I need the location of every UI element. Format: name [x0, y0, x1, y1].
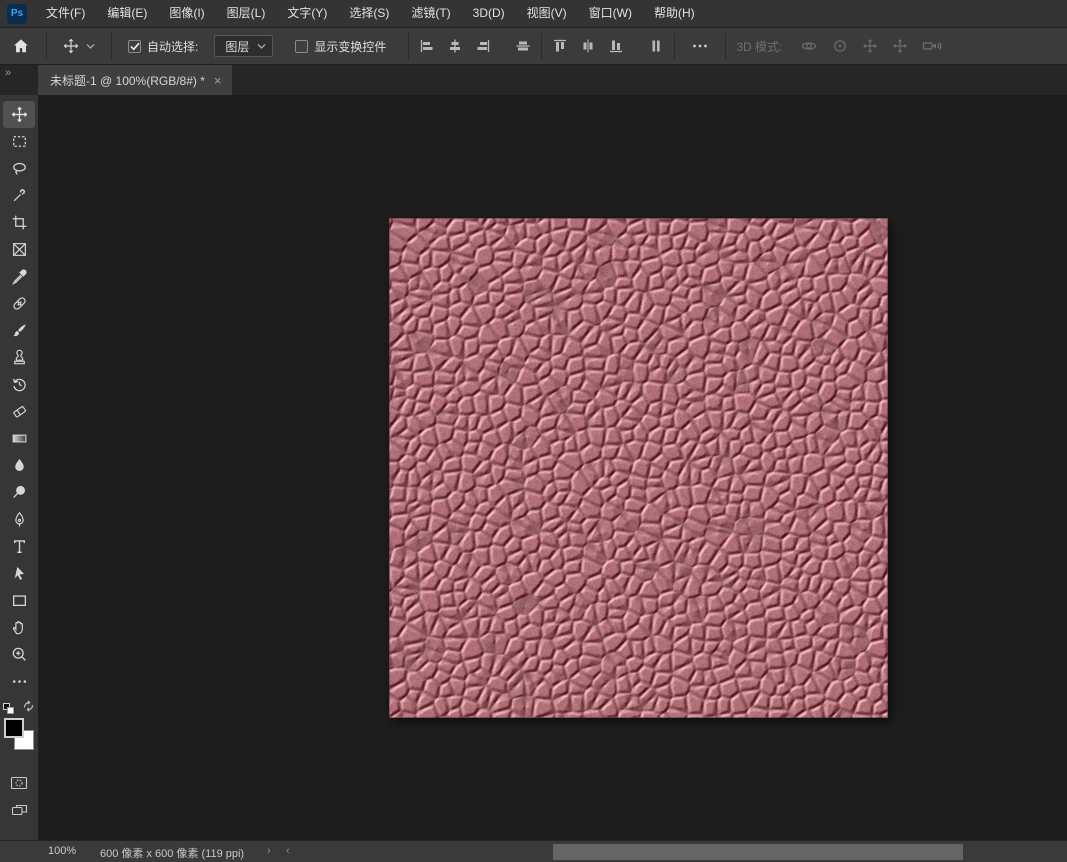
tool-move[interactable]	[3, 101, 35, 128]
3d-mode-label: 3D 模式:	[736, 38, 782, 55]
pasteboard[interactable]	[38, 95, 1067, 840]
tool-brush[interactable]	[3, 317, 35, 344]
swap-colors-icon[interactable]	[22, 699, 35, 717]
orbit-3d-camera-icon	[800, 38, 818, 54]
menu-bar: Ps 文件(F) 编辑(E) 图像(I) 图层(L) 文字(Y) 选择(S) 滤…	[0, 0, 1067, 28]
edit-toolbar-button[interactable]	[3, 668, 35, 695]
document-tab-title: 未标题-1 @ 100%(RGB/8#) *	[50, 72, 205, 89]
photoshop-window: Ps 文件(F) 编辑(E) 图像(I) 图层(L) 文字(Y) 选择(S) 滤…	[0, 0, 1067, 862]
separator	[46, 33, 47, 59]
zoom-level-field[interactable]: 100%	[48, 845, 76, 857]
align-right-icon[interactable]	[475, 38, 491, 54]
align-h-center-icon[interactable]	[447, 38, 463, 54]
separator	[111, 33, 112, 59]
tool-clone-stamp[interactable]	[3, 344, 35, 371]
tool-eyedropper[interactable]	[3, 263, 35, 290]
checkbox-checked-icon	[128, 40, 141, 53]
quick-mask-mode-button[interactable]	[3, 769, 35, 796]
menu-view[interactable]: 视图(V)	[516, 0, 578, 27]
tool-lasso[interactable]	[3, 155, 35, 182]
menu-filter[interactable]: 滤镜(T)	[400, 0, 461, 27]
home-icon	[12, 37, 30, 55]
move-icon	[63, 38, 79, 54]
separator	[541, 33, 542, 59]
tool-pen[interactable]	[3, 506, 35, 533]
move-tool-preset-button[interactable]	[57, 31, 101, 61]
menu-file[interactable]: 文件(F)	[35, 0, 96, 27]
align-top-icon[interactable]	[552, 38, 568, 54]
color-swatches	[0, 717, 38, 759]
pan-3d-camera-icon	[862, 38, 878, 54]
zoom-3d-camera-icon	[922, 38, 942, 54]
tool-spot-healing-brush[interactable]	[3, 290, 35, 317]
tool-gradient[interactable]	[3, 425, 35, 452]
dropdown-value: 图层	[225, 38, 249, 55]
tab-close-icon[interactable]: ×	[214, 74, 222, 87]
auto-select-target-dropdown[interactable]: 图层	[214, 35, 273, 57]
tool-dodge[interactable]	[3, 479, 35, 506]
tool-frame[interactable]	[3, 236, 35, 263]
menu-layer[interactable]: 图层(L)	[216, 0, 277, 27]
photoshop-logo-icon: Ps	[7, 4, 27, 24]
separator	[674, 33, 675, 59]
tool-eraser[interactable]	[3, 398, 35, 425]
status-bar: 100% 600 像素 x 600 像素 (119 ppi) › ‹	[0, 840, 1067, 862]
tool-type[interactable]	[3, 533, 35, 560]
chevron-down-icon	[86, 43, 95, 50]
document-info: 600 像素 x 600 像素 (119 ppi)	[100, 845, 244, 861]
menu-edit[interactable]: 编辑(E)	[96, 0, 158, 27]
align-bottom-icon[interactable]	[608, 38, 624, 54]
show-transform-controls-checkbox[interactable]: 显示变换控件	[289, 31, 392, 61]
menu-select[interactable]: 选择(S)	[338, 0, 400, 27]
align-left-icon[interactable]	[419, 38, 435, 54]
slide-3d-camera-icon	[892, 38, 908, 54]
menu-help[interactable]: 帮助(H)	[643, 0, 706, 27]
show-transform-controls-label: 显示变换控件	[314, 38, 386, 55]
tool-blur[interactable]	[3, 452, 35, 479]
foreground-color-swatch[interactable]	[4, 718, 24, 738]
tool-magic-wand[interactable]	[3, 182, 35, 209]
document-tab[interactable]: 未标题-1 @ 100%(RGB/8#) * ×	[38, 65, 232, 95]
home-button[interactable]	[6, 31, 36, 61]
separator	[725, 33, 726, 59]
tool-crop[interactable]	[3, 209, 35, 236]
panel-collapse-button[interactable]: »	[0, 65, 38, 95]
tool-path-selection[interactable]	[3, 560, 35, 587]
more-align-options-button[interactable]	[685, 31, 715, 61]
status-chevron-icon[interactable]: ›	[267, 845, 271, 857]
auto-select-label: 自动选择:	[147, 38, 198, 55]
menu-image[interactable]: 图像(I)	[158, 0, 215, 27]
tools-panel	[0, 95, 38, 840]
color-controls	[2, 697, 36, 717]
document-canvas[interactable]	[389, 218, 888, 718]
tool-options-bar: 自动选择: 图层 显示变换控件	[0, 28, 1067, 65]
separator	[408, 33, 409, 59]
document-area	[389, 218, 888, 718]
distribute-h-center-icon[interactable]	[580, 38, 596, 54]
document-tab-bar: » 未标题-1 @ 100%(RGB/8#) * ×	[0, 65, 1067, 95]
menu-3d[interactable]: 3D(D)	[462, 0, 516, 27]
align-v-center-icon[interactable]	[515, 38, 531, 54]
tool-zoom[interactable]	[3, 641, 35, 668]
workspace	[0, 95, 1067, 840]
screen-mode-button[interactable]	[3, 796, 35, 823]
auto-select-checkbox[interactable]: 自动选择:	[122, 31, 204, 61]
chevron-double-right-icon: »	[5, 67, 11, 79]
menu-window[interactable]: 窗口(W)	[578, 0, 643, 27]
scroll-left-arrow-icon[interactable]: ‹	[286, 845, 290, 857]
checkbox-unchecked-icon	[295, 40, 308, 53]
menu-type[interactable]: 文字(Y)	[276, 0, 338, 27]
roll-3d-camera-icon	[832, 38, 848, 54]
tool-hand[interactable]	[3, 614, 35, 641]
distribute-v-icon[interactable]	[648, 38, 664, 54]
chevron-down-icon	[257, 43, 266, 50]
tool-rectangle-shape[interactable]	[3, 587, 35, 614]
tool-history-brush[interactable]	[3, 371, 35, 398]
horizontal-scrollbar-thumb[interactable]	[553, 844, 963, 860]
tool-rectangular-marquee[interactable]	[3, 128, 35, 155]
